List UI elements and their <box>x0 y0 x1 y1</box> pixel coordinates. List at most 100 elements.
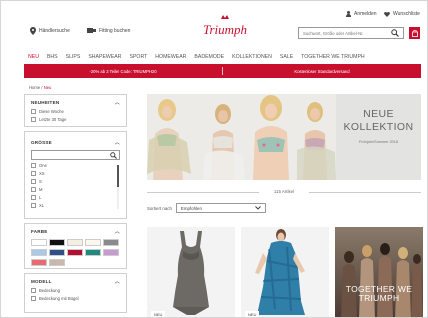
filter-option-label: XL <box>39 203 45 208</box>
nav-item-kollektionen[interactable]: KOLLEKTIONEN <box>228 54 276 60</box>
filter-modell: MODELL ︿ Bedeckung Bedeckung mit Bügel <box>24 273 127 313</box>
checkbox[interactable] <box>31 163 36 168</box>
sort-select[interactable]: Empfohlen <box>175 203 266 213</box>
chevron-up-icon[interactable]: ︿ <box>115 278 120 285</box>
campaign-title: TOGETHER WE TRIUMPH <box>335 285 423 303</box>
filter-option[interactable]: Bedeckung mit Bügel <box>31 296 120 301</box>
together-we-triumph-card[interactable]: TOGETHER WE TRIUMPH <box>335 227 423 317</box>
color-swatch[interactable] <box>85 239 101 246</box>
color-swatch[interactable] <box>85 249 101 256</box>
filter-option-label: XS <box>39 171 45 176</box>
nav-item-neu[interactable]: NEU <box>24 54 43 60</box>
promo-banner: -20% ab 3 Teile! Code: TRIUMPH20 Kostenl… <box>24 64 421 78</box>
color-swatch[interactable] <box>103 249 119 256</box>
campaign-title-line2: TRIUMPH <box>358 293 400 303</box>
size-list-scrollbar[interactable] <box>117 165 119 209</box>
filter-farbe-header[interactable]: FARBE ︿ <box>31 228 120 235</box>
product-card[interactable]: NEU <box>241 227 329 317</box>
nav-item-sport[interactable]: SPORT <box>126 54 152 60</box>
brand-text: Triumph <box>203 22 247 37</box>
breadcrumb-home[interactable]: Home <box>29 85 40 90</box>
filter-option-label: M <box>39 187 43 192</box>
filter-sidebar: NEUHEITEN ︿ Diese Woche Letzte 30 Tage G… <box>24 94 127 317</box>
filter-option[interactable]: Bedeckung <box>31 288 120 293</box>
nav-item-sale[interactable]: SALE <box>276 54 297 60</box>
search-input[interactable] <box>299 30 391 36</box>
chevron-up-icon[interactable]: ︿ <box>115 139 120 146</box>
search-icon[interactable] <box>391 29 399 37</box>
login-link[interactable]: Anmelden <box>346 11 377 17</box>
checkbox[interactable] <box>31 288 36 293</box>
search-box <box>298 27 404 39</box>
color-swatch-grid <box>31 239 120 266</box>
filter-neuheiten-header[interactable]: NEUHEITEN ︿ <box>31 99 120 106</box>
filter-option[interactable]: S <box>31 179 120 184</box>
nav-item-bademode[interactable]: BADEMODE <box>190 54 228 60</box>
breadcrumb: Home / Neu <box>29 85 51 90</box>
filter-farbe-title: FARBE <box>31 229 48 234</box>
filter-option[interactable]: Letzte 30 Tage <box>31 117 120 122</box>
login-label: Anmelden <box>354 11 377 17</box>
filter-modell-header[interactable]: MODELL ︿ <box>31 278 120 285</box>
checkbox[interactable] <box>31 296 36 301</box>
store-locator-link[interactable]: Händlersuche <box>30 27 70 35</box>
filter-option-label: S <box>39 179 42 184</box>
item-count: 115 Artikel <box>147 188 421 196</box>
cart-button[interactable] <box>409 27 420 39</box>
nav-item-shapewear[interactable]: SHAPEWEAR <box>84 54 125 60</box>
product-card[interactable]: NEU <box>147 227 235 317</box>
nav-item-bhs[interactable]: BHS <box>43 54 62 60</box>
breadcrumb-separator: / <box>41 85 43 90</box>
hero-title-line2: KOLLEKTION <box>343 121 414 133</box>
size-search-input[interactable] <box>31 150 120 160</box>
checkbox[interactable] <box>31 117 36 122</box>
wishlist-label: Wunschliste <box>393 11 420 17</box>
checkbox[interactable] <box>31 109 36 114</box>
campaign-image <box>335 227 423 317</box>
checkbox[interactable] <box>31 203 36 208</box>
chevron-up-icon[interactable]: ︿ <box>115 99 120 106</box>
filter-option[interactable]: M <box>31 187 120 192</box>
promo-shipping-text[interactable]: Kostenloser Standardversand <box>223 69 421 74</box>
filter-groesse-header[interactable]: GRÖSSE ︿ <box>31 139 120 146</box>
nav-item-homewear[interactable]: HOMEWEAR <box>151 54 190 60</box>
filter-option-label: Letzte 30 Tage <box>39 117 67 122</box>
filter-option[interactable]: L <box>31 195 120 200</box>
filter-option[interactable]: XS <box>31 171 120 176</box>
search-icon[interactable] <box>110 152 117 159</box>
color-swatch[interactable] <box>49 259 65 266</box>
color-swatch[interactable] <box>49 239 65 246</box>
filter-neuheiten-title: NEUHEITEN <box>31 100 60 105</box>
color-swatch[interactable] <box>67 249 83 256</box>
checkbox[interactable] <box>31 179 36 184</box>
filter-modell-title: MODELL <box>31 279 52 284</box>
filter-option-label: Bedeckung <box>39 288 60 293</box>
checkbox[interactable] <box>31 171 36 176</box>
wishlist-link[interactable]: Wunschliste <box>384 11 420 17</box>
chevron-down-icon <box>255 206 261 210</box>
heart-icon <box>384 11 390 17</box>
filter-option[interactable]: One <box>31 163 120 168</box>
nav-item-slips[interactable]: SLIPS <box>62 54 85 60</box>
color-swatch[interactable] <box>31 239 47 246</box>
promo-divider <box>222 67 223 75</box>
promo-discount-text[interactable]: -20% ab 3 Teile! Code: TRIUMPH20 <box>24 69 222 74</box>
filter-option-label: Bedeckung mit Bügel <box>39 296 79 301</box>
filter-groesse: GRÖSSE ︿ One XS S M L XL <box>24 131 127 219</box>
scrollbar-thumb[interactable] <box>117 165 119 187</box>
filter-option[interactable]: Diese Woche <box>31 109 120 114</box>
checkbox[interactable] <box>31 187 36 192</box>
nav-item-together-we-triumph[interactable]: TOGETHER WE TRIUMPH <box>297 54 369 60</box>
user-icon <box>346 11 351 17</box>
color-swatch[interactable] <box>67 239 83 246</box>
color-swatch[interactable] <box>31 249 47 256</box>
triumph-logo[interactable]: Triumph <box>194 15 256 41</box>
filter-option[interactable]: XL <box>31 203 120 208</box>
checkbox[interactable] <box>31 195 36 200</box>
color-swatch[interactable] <box>31 259 47 266</box>
color-swatch[interactable] <box>103 239 119 246</box>
hero-banner[interactable]: NEUE KOLLEKTION Frühjahr/Sommer 2018 <box>147 94 421 180</box>
fitting-link[interactable]: Fitting buchen <box>87 27 130 34</box>
color-swatch[interactable] <box>49 249 65 256</box>
chevron-up-icon[interactable]: ︿ <box>115 228 120 235</box>
